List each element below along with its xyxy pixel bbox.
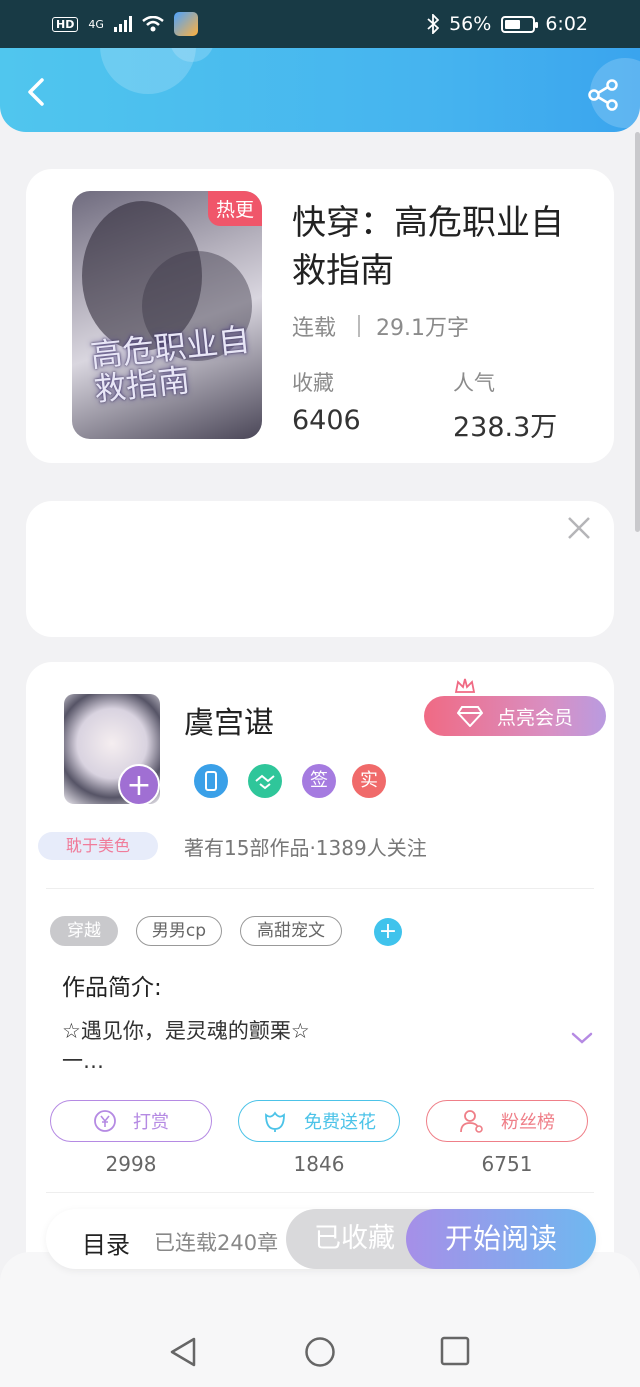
toc-button[interactable]: 目录 xyxy=(82,1225,130,1260)
collect-value: 6406 xyxy=(292,405,361,436)
hd-badge: HD xyxy=(52,16,79,32)
send-flower-button[interactable]: 免费送花 xyxy=(238,1100,400,1142)
collect-label: 收藏 xyxy=(292,371,334,395)
intro-line: ☆遇见你，是灵魂的颤栗☆ xyxy=(62,1019,310,1043)
header xyxy=(0,48,640,132)
popularity-label: 人气 xyxy=(453,371,495,395)
tip-count: 2998 xyxy=(105,1152,157,1176)
divider xyxy=(46,888,594,889)
bottom-action-bar: 目录 已连载240章 已收藏 开始阅读 xyxy=(46,1209,596,1269)
add-tag-button[interactable]: + xyxy=(374,918,402,946)
author-meta: 著有15部作品·1389人关注 xyxy=(184,836,427,860)
network-type: 4G xyxy=(88,17,104,31)
tag-chip[interactable]: 男男cp xyxy=(136,916,222,946)
app-notification-icon xyxy=(173,12,198,36)
tag-chip[interactable]: 穿越 xyxy=(50,916,118,946)
recents-square-icon[interactable] xyxy=(440,1336,470,1366)
user-icon xyxy=(460,1110,483,1133)
book-title: 快穿：高危职业自救指南 xyxy=(292,203,564,291)
verified-badge: 实 xyxy=(352,764,386,798)
serial-status: 连载 xyxy=(292,316,337,341)
crown-icon xyxy=(454,678,476,693)
chapter-count: 已连载240章 xyxy=(154,1231,279,1255)
signed-badge: 签 xyxy=(302,764,336,798)
intro-line: 一… xyxy=(62,1049,104,1073)
tip-label: 打赏 xyxy=(133,1112,169,1133)
phone-badge-icon xyxy=(194,764,228,798)
home-circle-icon[interactable] xyxy=(304,1336,336,1368)
popularity-value: 238.3万 xyxy=(453,412,558,443)
back-triangle-icon[interactable] xyxy=(168,1336,198,1368)
light-vip-button[interactable]: 点亮会员 xyxy=(424,696,606,736)
yen-coin-icon xyxy=(94,1110,116,1132)
system-nav-bar xyxy=(0,1252,640,1387)
back-button[interactable] xyxy=(18,72,54,112)
handshake-badge-icon xyxy=(248,764,282,798)
wifi-icon xyxy=(142,16,164,32)
chevron-down-icon[interactable] xyxy=(570,1030,594,1046)
book-status-row: 连载 29.1万字 xyxy=(292,310,469,342)
intro-label: 作品简介: xyxy=(62,975,162,1001)
flower-icon xyxy=(265,1111,285,1132)
divider xyxy=(46,1192,594,1193)
tip-button[interactable]: 打赏 xyxy=(50,1100,212,1142)
word-count: 29.1万字 xyxy=(376,316,470,341)
intro-text: ☆遇见你，是灵魂的颤栗☆ 一… xyxy=(62,1016,542,1076)
close-icon[interactable] xyxy=(566,515,592,541)
vip-label: 点亮会员 xyxy=(496,706,573,729)
author-title-tag: 耽于美色 xyxy=(38,832,158,860)
cover-title-art: 高危职业自救指南 xyxy=(88,320,252,409)
battery-percent: 56% xyxy=(449,13,492,35)
follow-plus-button[interactable]: + xyxy=(118,764,160,806)
status-left: HD 4G xyxy=(52,12,198,36)
author-name: 虞宫谌 xyxy=(184,706,274,741)
ad-card xyxy=(26,501,614,637)
fan-rank-label: 粉丝榜 xyxy=(501,1112,555,1133)
signal-icon xyxy=(113,16,132,32)
hot-badge: 热更 xyxy=(207,191,262,226)
share-button[interactable] xyxy=(586,78,620,112)
divider xyxy=(358,315,361,337)
bluetooth-icon xyxy=(427,14,440,34)
fan-count: 6751 xyxy=(481,1152,533,1176)
diamond-icon xyxy=(456,706,483,727)
tag-chip[interactable]: 高甜宠文 xyxy=(240,916,342,946)
battery-icon xyxy=(501,15,539,33)
book-info-card: 高危职业自救指南 热更 快穿：高危职业自救指南 连载 29.1万字 收藏 640… xyxy=(26,169,614,463)
flower-count: 1846 xyxy=(293,1152,345,1176)
status-right: 56% 6:02 xyxy=(427,13,588,35)
status-bar: HD 4G 56% 6:02 xyxy=(0,0,640,48)
scrollbar[interactable] xyxy=(635,132,640,532)
start-reading-button[interactable]: 开始阅读 xyxy=(406,1209,596,1269)
fan-rank-button[interactable]: 粉丝榜 xyxy=(426,1100,588,1142)
send-flower-label: 免费送花 xyxy=(304,1112,376,1133)
clock: 6:02 xyxy=(545,13,588,35)
book-cover[interactable]: 高危职业自救指南 热更 xyxy=(72,191,262,439)
battery-level xyxy=(505,19,520,29)
